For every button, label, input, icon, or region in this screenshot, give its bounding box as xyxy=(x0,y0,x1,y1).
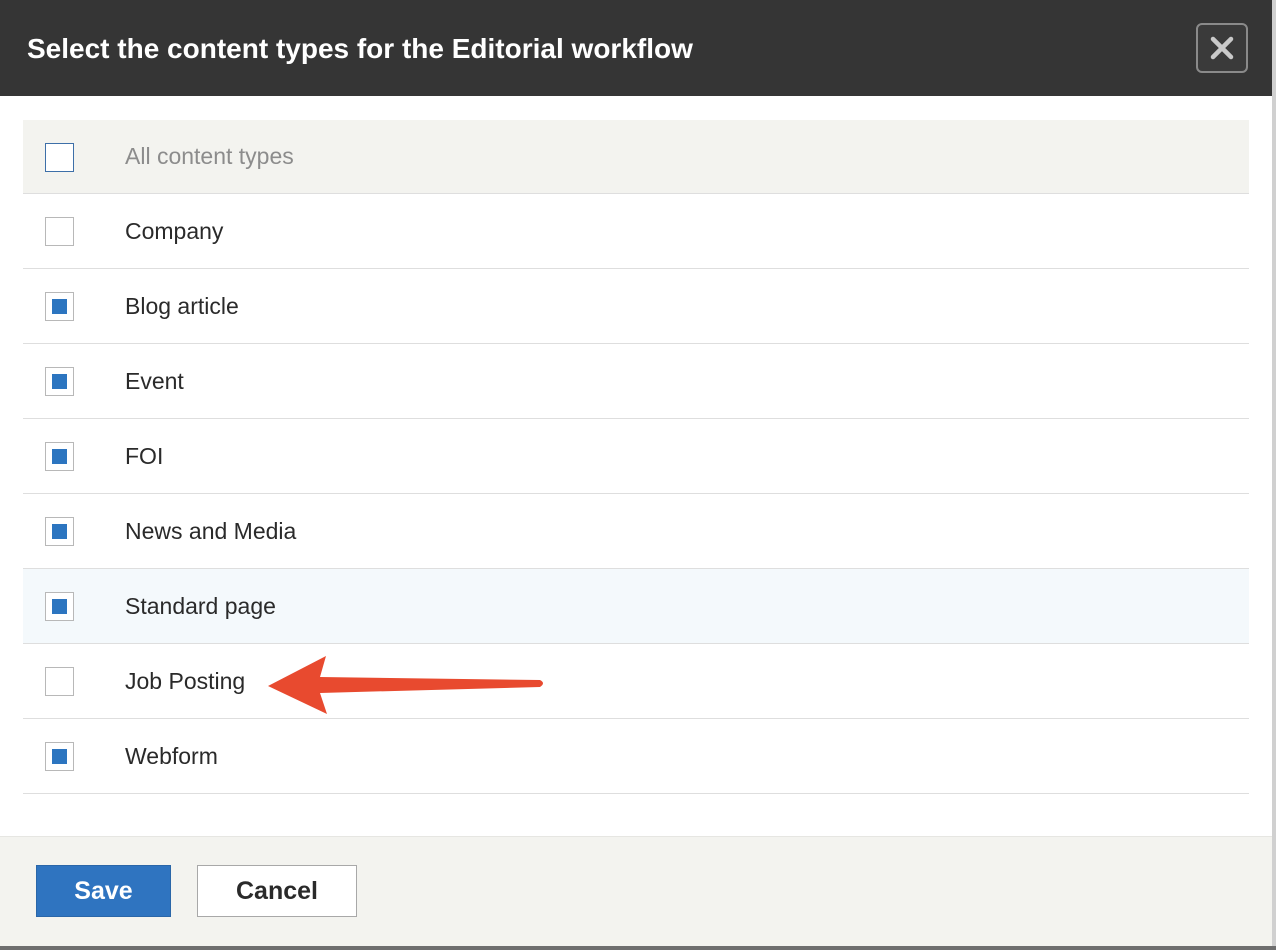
window-edge-bottom xyxy=(0,946,1276,950)
content-type-label: Job Posting xyxy=(125,668,246,694)
content-type-row[interactable]: Blog article xyxy=(23,269,1249,344)
save-button[interactable]: Save xyxy=(36,865,171,917)
content-type-row[interactable]: FOI xyxy=(23,419,1249,494)
dialog: Select the content types for the Editori… xyxy=(0,0,1272,946)
content-type-label: Webform xyxy=(125,743,218,769)
content-type-label: Event xyxy=(125,368,184,394)
content-type-row[interactable]: Standard page xyxy=(23,569,1249,644)
content-type-row[interactable]: News and Media xyxy=(23,494,1249,569)
content-type-label: Company xyxy=(125,218,224,244)
content-type-label: Standard page xyxy=(125,593,276,619)
select-all-row[interactable]: All content types xyxy=(23,120,1249,194)
content-type-row[interactable]: Company xyxy=(23,194,1249,269)
window-edge xyxy=(1272,0,1276,950)
content-type-checkbox[interactable] xyxy=(45,442,74,471)
content-type-label: News and Media xyxy=(125,518,297,544)
content-type-row[interactable]: Event xyxy=(23,344,1249,419)
close-button[interactable] xyxy=(1196,23,1248,73)
content-type-checkbox[interactable] xyxy=(45,667,74,696)
select-all-label: All content types xyxy=(125,143,294,169)
dialog-title: Select the content types for the Editori… xyxy=(27,33,693,64)
content-type-checkbox[interactable] xyxy=(45,367,74,396)
dialog-titlebar: Select the content types for the Editori… xyxy=(0,0,1272,96)
content-type-label: FOI xyxy=(125,443,164,469)
dialog-footer: Save Cancel xyxy=(0,836,1272,946)
content-types-table: All content types Company Blog article Eve… xyxy=(23,120,1249,794)
content-type-checkbox[interactable] xyxy=(45,292,74,321)
content-type-checkbox[interactable] xyxy=(45,592,74,621)
close-icon xyxy=(1210,36,1234,60)
content-type-row[interactable]: Job Posting xyxy=(23,644,1249,719)
content-type-row[interactable]: Webform xyxy=(23,719,1249,794)
select-all-checkbox[interactable] xyxy=(45,143,74,172)
content-type-checkbox[interactable] xyxy=(45,742,74,771)
content-type-checkbox[interactable] xyxy=(45,217,74,246)
content-type-label: Blog article xyxy=(125,293,239,319)
content-type-checkbox[interactable] xyxy=(45,517,74,546)
dialog-body: All content types Company Blog article Eve… xyxy=(0,96,1272,836)
cancel-button[interactable]: Cancel xyxy=(197,865,357,917)
